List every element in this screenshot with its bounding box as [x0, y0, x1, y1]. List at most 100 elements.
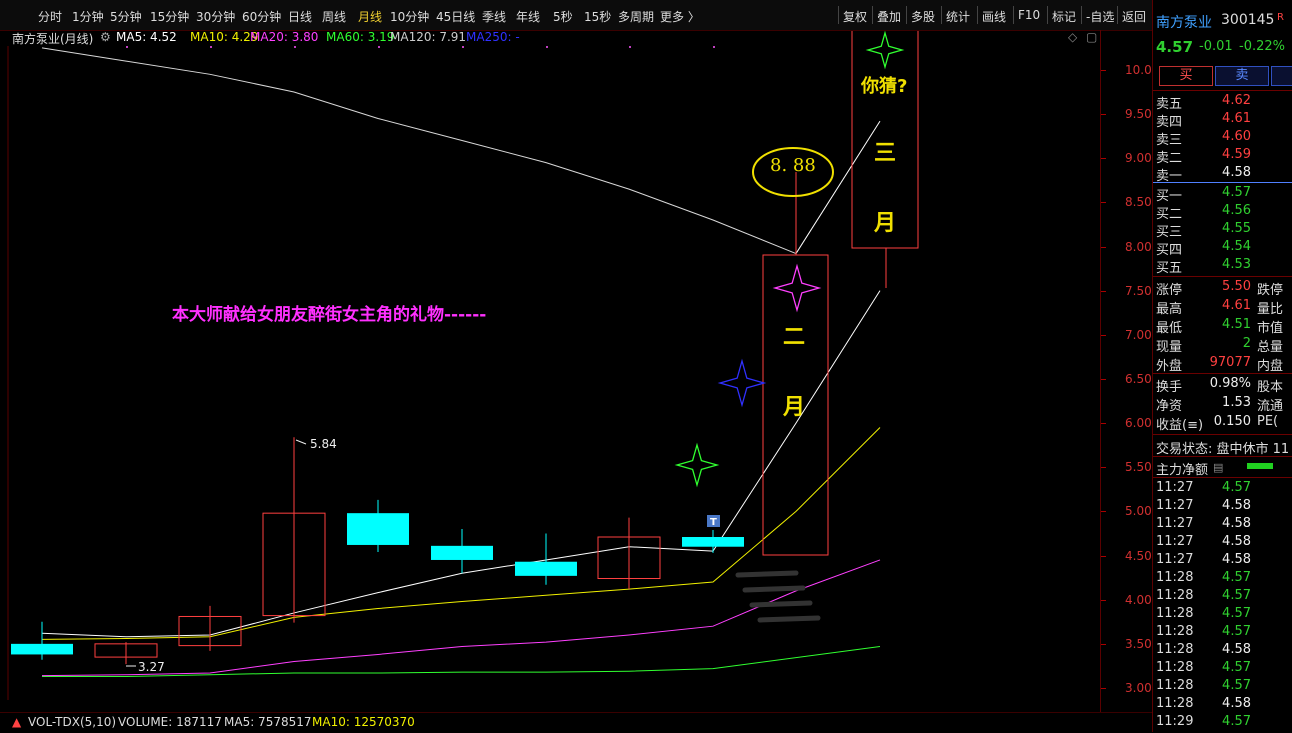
period-tab-5[interactable]: 60分钟 — [242, 8, 281, 25]
price-change-pct: -0.22% — [1239, 39, 1285, 54]
candle-body — [347, 513, 409, 545]
volume-value: VOLUME: 187117 — [118, 715, 222, 729]
quote-row-label: 卖三 — [1156, 133, 1183, 148]
current-price: 4.57 — [1156, 38, 1194, 56]
axis-tick-mark — [1101, 423, 1106, 425]
list-icon[interactable]: ▤ — [1213, 461, 1223, 474]
ma250-label: MA250: - — [466, 30, 520, 44]
extra-button[interactable] — [1271, 66, 1292, 86]
diamond-icon[interactable]: ◇ — [1068, 30, 1077, 44]
quote-row-label: 11:27 — [1156, 552, 1194, 567]
period-tab-9[interactable]: 10分钟 — [390, 8, 429, 25]
stock-name: 南方泵业 — [1156, 15, 1212, 31]
price-change: -0.01 — [1199, 39, 1233, 54]
period-tab-12[interactable]: 年线 — [516, 8, 540, 25]
toolbar-right-2[interactable]: 多股 — [911, 8, 935, 25]
axis-tick-mark — [1101, 599, 1106, 601]
buy-button[interactable]: 买 — [1159, 66, 1213, 86]
volume-ma5: MA5: 7578517 — [224, 715, 312, 729]
period-tab-3[interactable]: 15分钟 — [150, 8, 189, 25]
quote-row: 买五 4.53 — [1153, 257, 1292, 276]
toolbar-separator — [838, 6, 839, 24]
period-tab-8[interactable]: 月线 — [358, 8, 382, 25]
period-tab-4[interactable]: 30分钟 — [196, 8, 235, 25]
quote-row: 最高 4.61 量比 — [1153, 298, 1292, 317]
grid-dot — [462, 46, 464, 48]
quote-row-value: 4.58 — [1222, 642, 1251, 657]
period-tab-10[interactable]: 45日线 — [436, 8, 475, 25]
axis-tick: 4.50 — [1125, 548, 1152, 563]
toolbar-right-8[interactable]: 返回 — [1122, 8, 1146, 25]
axis-tick: 3.50 — [1125, 636, 1152, 651]
quote-row-extra: PE( — [1257, 414, 1279, 429]
quote-row-value: 1.53 — [1222, 395, 1251, 410]
period-tab-16[interactable]: 更多 〉 — [660, 8, 700, 25]
quote-row-extra: 流通 — [1257, 399, 1284, 414]
quote-row: 外盘 97077 内盘 — [1153, 355, 1292, 374]
quote-row-value: 4.57 — [1222, 624, 1251, 639]
settings-icon[interactable]: ⚙ — [100, 30, 111, 44]
grid-dot — [210, 46, 212, 48]
period-tab-1[interactable]: 1分钟 — [72, 8, 104, 25]
quote-row-label: 11:27 — [1156, 534, 1194, 549]
toolbar-right-1[interactable]: 叠加 — [877, 8, 901, 25]
period-tab-6[interactable]: 日线 — [288, 8, 312, 25]
quote-row: 11:28 4.57 — [1153, 588, 1292, 606]
axis-tick-mark — [1101, 69, 1106, 71]
axis-tick: 8.50 — [1125, 195, 1152, 210]
quote-row-label: 11:28 — [1156, 660, 1194, 675]
quote-row-value: 4.57 — [1222, 588, 1251, 603]
period-tab-13[interactable]: 5秒 — [553, 8, 573, 25]
grid-dot — [546, 46, 548, 48]
axis-tick-mark — [1101, 202, 1106, 204]
toolbar-right-6[interactable]: 标记 — [1052, 8, 1076, 25]
divider — [1153, 276, 1292, 277]
period-tab-15[interactable]: 多周期 — [618, 8, 654, 25]
shadow-stroke — [749, 600, 813, 608]
toolbar-right-5[interactable]: F10 — [1018, 8, 1040, 22]
toolbar-right-0[interactable]: 复权 — [843, 8, 867, 25]
quote-row-value: 4.61 — [1222, 298, 1251, 313]
quote-row: 11:28 4.57 — [1153, 606, 1292, 624]
high-label: 5.84 — [310, 437, 337, 451]
ma120-label: MA120: 7.91 — [390, 30, 467, 44]
ma-legend: 南方泵业(月线) ⚙ MA5: 4.52 MA10: 4.29 MA20: 3.… — [0, 30, 1100, 46]
maximize-icon[interactable]: ▢ — [1086, 30, 1097, 44]
axis-tick: 5.00 — [1125, 504, 1152, 519]
axis-tick-mark — [1101, 114, 1106, 116]
quote-row-value: 2 — [1242, 336, 1251, 351]
toolbar-right-7[interactable]: -自选 — [1086, 8, 1114, 25]
toolbar-separator — [1013, 6, 1014, 24]
quote-row-value: 4.57 — [1222, 480, 1251, 495]
grid-dot — [378, 46, 380, 48]
quote-row: 买三 4.55 — [1153, 221, 1292, 240]
quote-row: 卖一 4.58 — [1153, 165, 1292, 184]
triangle-icon: ▲ — [12, 715, 22, 729]
quote-row: 11:27 4.58 — [1153, 498, 1292, 516]
quote-row-value: 4.57 — [1222, 570, 1251, 585]
toolbar-right-4[interactable]: 画线 — [982, 8, 1006, 25]
quote-row: 11:28 4.58 — [1153, 642, 1292, 660]
period-tab-0[interactable]: 分时 — [38, 8, 62, 25]
sell-button[interactable]: 卖 — [1215, 66, 1269, 86]
quote-row: 收益(≡) 0.150 PE( — [1153, 414, 1292, 433]
quote-row-label: 卖二 — [1156, 151, 1183, 166]
kline-chart[interactable]: ← 3.275.84本大师献给女朋友醉街女主角的礼物------二月8. 88你猜… — [0, 0, 1100, 712]
quote-row-label: 最低 — [1156, 321, 1183, 336]
quote-row-label: 11:28 — [1156, 588, 1194, 603]
divider — [1153, 477, 1292, 478]
period-tab-2[interactable]: 5分钟 — [110, 8, 142, 25]
quote-row-value: 4.57 — [1222, 678, 1251, 693]
quote-row: 最低 4.51 市值 — [1153, 317, 1292, 336]
toolbar-right-3[interactable]: 统计 — [946, 8, 970, 25]
quote-row-label: 卖五 — [1156, 97, 1183, 112]
axis-tick: 7.50 — [1125, 283, 1152, 298]
period-tab-7[interactable]: 周线 — [322, 8, 346, 25]
period-tab-14[interactable]: 15秒 — [584, 8, 611, 25]
quote-row-value: 4.58 — [1222, 165, 1251, 180]
quote-row-label: 11:28 — [1156, 696, 1194, 711]
quote-row-value: 4.58 — [1222, 552, 1251, 567]
main-flow-label: 主力净额 — [1156, 463, 1209, 478]
quote-row: 11:27 4.58 — [1153, 552, 1292, 570]
period-tab-11[interactable]: 季线 — [482, 8, 506, 25]
